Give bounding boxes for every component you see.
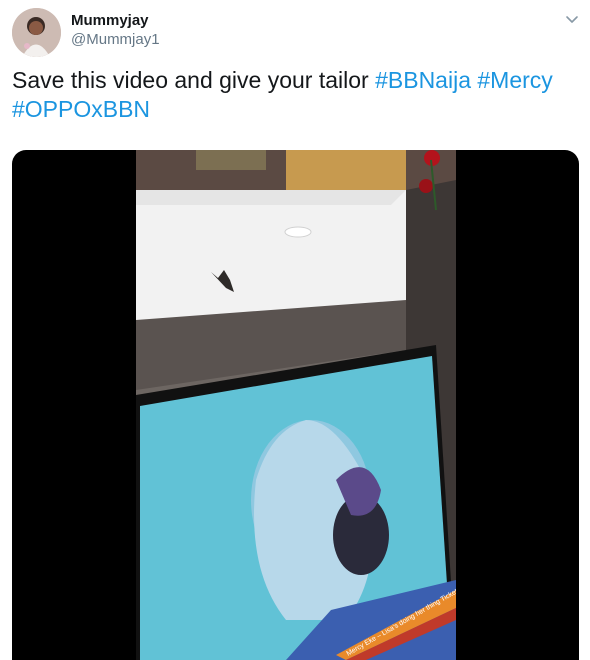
hashtag-link[interactable]: #Mercy xyxy=(477,67,552,93)
chevron-down-icon[interactable] xyxy=(562,10,582,30)
tweet-text: Save this video and give your tailor #BB… xyxy=(12,66,578,124)
video-thumbnail: Mercy Eke – Lisa’s doing her thing Ticke… xyxy=(136,150,456,660)
avatar[interactable] xyxy=(12,8,61,57)
video-player[interactable]: Mercy Eke – Lisa’s doing her thing Ticke… xyxy=(12,150,579,660)
video-frame: Mercy Eke – Lisa’s doing her thing Ticke… xyxy=(136,150,456,660)
hashtag-link[interactable]: #OPPOxBBN xyxy=(12,96,150,122)
author-handle[interactable]: @Mummjay1 xyxy=(71,31,160,48)
author-name[interactable]: Mummyjay xyxy=(71,12,149,29)
hashtag-link[interactable]: #BBNaija xyxy=(375,67,471,93)
avatar-image xyxy=(12,8,61,57)
tweet-body: Save this video and give your tailor xyxy=(12,67,376,93)
